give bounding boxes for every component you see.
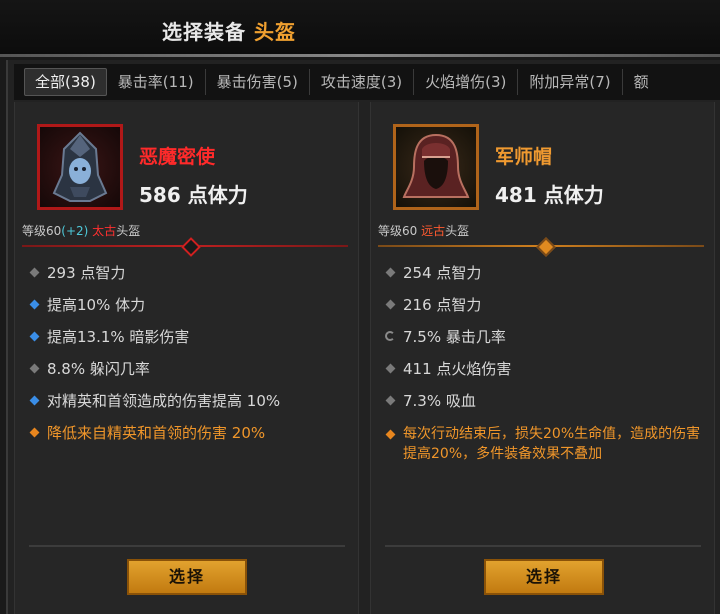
tab-status-effect[interactable]: 附加异常(7) xyxy=(518,69,623,95)
item-level: 等级60 xyxy=(22,224,62,238)
blue-diamond-icon xyxy=(29,395,40,406)
affix-list: 254 点智力 216 点智力 7.5% 暴击几率 411 点火焰伤害 7.3%… xyxy=(385,262,705,464)
affix-row: 293 点智力 xyxy=(29,262,349,294)
affix-text: 293 点智力 xyxy=(47,264,126,282)
affix-row: 提高13.1% 暗影伤害 xyxy=(29,326,349,358)
legendary-affix-row: 降低来自精英和首领的伤害 20% xyxy=(29,422,349,454)
affix-row: 对精英和首领造成的伤害提高 10% xyxy=(29,390,349,422)
affix-text: 411 点火焰伤害 xyxy=(403,360,512,378)
item-rarity: 太古 xyxy=(92,224,117,238)
blue-diamond-icon xyxy=(29,331,40,342)
hood-portrait-icon xyxy=(393,124,479,210)
affix-row: 8.8% 躲闪几率 xyxy=(29,358,349,390)
gray-diamond-icon xyxy=(385,299,396,310)
item-name: 军师帽 xyxy=(495,146,553,168)
affix-text: 提高10% 体力 xyxy=(47,296,146,314)
page-title: 选择装备 头盔 xyxy=(162,16,296,45)
affix-row: 7.3% 吸血 xyxy=(385,390,705,422)
legendary-affix-row: 每次行动结束后，损失20%生命值，造成的伤害提高20%，多件装备效果不叠加 xyxy=(385,424,705,464)
gray-diamond-icon xyxy=(385,267,396,278)
tab-fire-damage[interactable]: 火焰增伤(3) xyxy=(414,69,519,95)
item-level-bonus: (+2) xyxy=(61,224,89,238)
item-level-line: 等级60 远古头盔 xyxy=(378,222,469,239)
select-button[interactable]: 选择 xyxy=(484,559,604,595)
affix-text: 对精英和首领造成的伤害提高 10% xyxy=(47,392,281,410)
affix-row: 7.5% 暴击几率 xyxy=(385,326,705,358)
title-slot: 头盔 xyxy=(253,20,296,44)
affix-list: 293 点智力 提高10% 体力 提高13.1% 暗影伤害 8.8% 躲闪几率 … xyxy=(29,262,349,454)
header-divider xyxy=(0,54,720,57)
affix-text: 216 点智力 xyxy=(403,296,482,314)
tab-extra[interactable]: 额 xyxy=(623,69,660,95)
affix-text: 每次行动结束后，损失20%生命值，造成的伤害提高20%，多件装备效果不叠加 xyxy=(403,426,701,462)
gray-diamond-icon xyxy=(385,395,396,406)
card-divider xyxy=(385,545,701,547)
item-level-line: 等级60(+2) 太古头盔 xyxy=(22,222,140,239)
tab-attack-speed[interactable]: 攻击速度(3) xyxy=(310,69,415,95)
orange-diamond-icon xyxy=(29,427,40,438)
filter-tabs: 全部(38) 暴击率(11) 暴击伤害(5) 攻击速度(3) 火焰增伤(3) 附… xyxy=(14,64,720,100)
tab-all[interactable]: 全部(38) xyxy=(24,68,107,96)
affix-text: 7.3% 吸血 xyxy=(403,392,476,410)
gray-diamond-icon xyxy=(29,267,40,278)
affix-text: 降低来自精英和首领的伤害 20% xyxy=(47,424,266,442)
affix-text: 7.5% 暴击几率 xyxy=(403,328,506,346)
affix-row: 提高10% 体力 xyxy=(29,294,349,326)
item-rarity: 远古 xyxy=(421,224,446,238)
item-power: 481 点体力 xyxy=(495,183,604,207)
orange-diamond-icon xyxy=(385,429,396,440)
affix-text: 8.8% 躲闪几率 xyxy=(47,360,150,378)
affix-text: 提高13.1% 暗影伤害 xyxy=(47,328,190,346)
tab-crit-damage[interactable]: 暴击伤害(5) xyxy=(206,69,310,95)
title-prefix: 选择装备 xyxy=(162,20,246,44)
divider-diamond-icon xyxy=(536,237,556,257)
card-divider xyxy=(29,545,345,547)
reroll-icon xyxy=(385,331,395,341)
gray-diamond-icon xyxy=(29,363,40,374)
affix-row: 216 点智力 xyxy=(385,294,705,326)
item-slot: 头盔 xyxy=(445,224,470,238)
item-name: 恶魔密使 xyxy=(139,146,216,168)
item-level: 等级60 xyxy=(378,224,418,238)
item-power: 586 点体力 xyxy=(139,183,248,207)
item-slot: 头盔 xyxy=(116,224,141,238)
affix-row: 411 点火焰伤害 xyxy=(385,358,705,390)
tab-crit-rate[interactable]: 暴击率(11) xyxy=(107,69,206,95)
gray-diamond-icon xyxy=(385,363,396,374)
select-button[interactable]: 选择 xyxy=(127,559,247,595)
affix-row: 254 点智力 xyxy=(385,262,705,294)
helmet-portrait-icon xyxy=(37,124,123,210)
item-card-demon-envoy[interactable]: 恶魔密使 586 点体力 等级60(+2) 太古头盔 293 点智力 提高10%… xyxy=(14,102,359,614)
divider-diamond-icon xyxy=(181,237,201,257)
affix-text: 254 点智力 xyxy=(403,264,482,282)
item-card-strategist-hat[interactable]: 军师帽 481 点体力 等级60 远古头盔 254 点智力 216 点智力 7.… xyxy=(370,102,715,614)
blue-diamond-icon xyxy=(29,299,40,310)
title-bar: 选择装备 头盔 xyxy=(0,0,720,56)
